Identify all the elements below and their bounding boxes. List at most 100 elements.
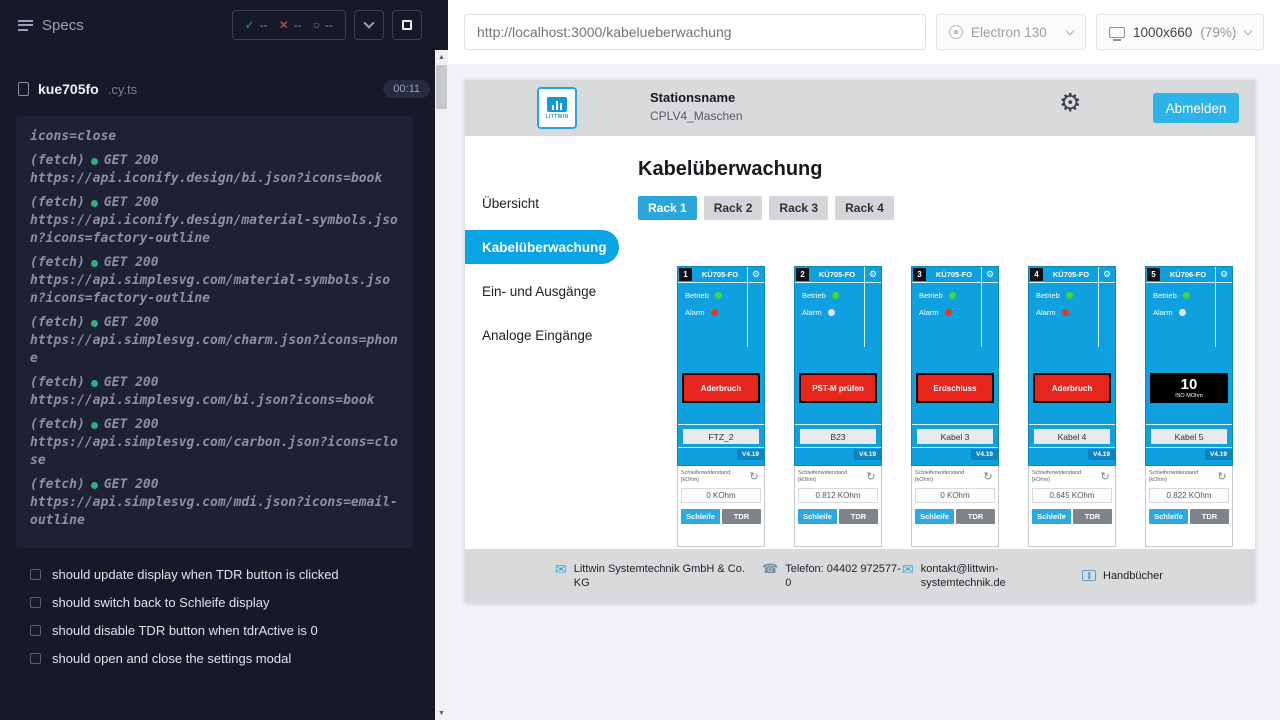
monitor-icon	[1109, 27, 1125, 38]
check-icon: ✓	[245, 18, 255, 32]
scroll-down-arrow[interactable]: ▼	[435, 706, 448, 720]
log-entry[interactable]: (fetch)GET 200 https://api.iconify.desig…	[30, 152, 400, 188]
chevron-down-icon	[1066, 26, 1074, 34]
spec-file-row[interactable]: kue705fo .cy.ts 00:11	[0, 74, 448, 104]
logout-button[interactable]: Abmelden	[1153, 93, 1239, 123]
circle-icon: ○	[313, 18, 320, 32]
cypress-runner-panel: Specs ✓-- ✕-- ○-- kue705fo .cy.ts 00:11 …	[0, 0, 448, 720]
alarm-message: Aderbruch	[1035, 375, 1109, 401]
refresh-icon[interactable]: ↻	[981, 470, 995, 484]
specs-toggle[interactable]: Specs	[18, 17, 84, 34]
log-entry[interactable]: (fetch)GET 200 https://api.simplesvg.com…	[30, 314, 400, 368]
tdr-button[interactable]: TDR	[722, 509, 761, 524]
device-settings-gear-icon[interactable]: ⚙	[1215, 267, 1232, 282]
schleife-button[interactable]: Schleife	[1149, 509, 1188, 524]
device-card: 1 KÜ705-FO ⚙ Betrieb Alarm	[677, 266, 765, 547]
device-card: 2 KÜ705-FO ⚙ Betrieb Alarm	[794, 266, 882, 547]
tab-rack-1[interactable]: Rack 1	[638, 196, 697, 220]
alarm-led	[711, 309, 718, 316]
alarm-led	[1062, 309, 1069, 316]
stage: Electron 130 1000x660 (79%) LITTWIN Stat…	[448, 0, 1280, 720]
footer-manuals-link[interactable]: Handbücher	[1082, 569, 1163, 583]
runner-scrollbar[interactable]: ▲ ▼	[435, 50, 448, 720]
nav-item-kabelueberwachung[interactable]: Kabelüberwachung	[465, 230, 619, 264]
schleife-button[interactable]: Schleife	[915, 509, 954, 524]
alarm-led	[945, 309, 952, 316]
viewport-selector[interactable]: 1000x660 (79%)	[1096, 14, 1264, 50]
slot-number: 3	[913, 268, 926, 281]
device-model: KÜ705-FO	[810, 267, 864, 282]
log-entry[interactable]: (fetch)GET 200 https://api.simplesvg.com…	[30, 374, 400, 410]
browser-selector[interactable]: Electron 130	[936, 14, 1086, 50]
device-card: 4 KÜ705-FO ⚙ Betrieb Alarm	[1028, 266, 1116, 547]
scroll-up-arrow[interactable]: ▲	[435, 50, 448, 64]
tdr-button[interactable]: TDR	[1073, 509, 1112, 524]
betrieb-led	[832, 292, 839, 299]
firmware-version: V4.19	[854, 449, 881, 460]
schleife-button[interactable]: Schleife	[681, 509, 720, 524]
settings-gear-icon[interactable]: ⚙	[1059, 91, 1081, 116]
tdr-button[interactable]: TDR	[956, 509, 995, 524]
log-entry[interactable]: (fetch)GET 200 https://api.simplesvg.com…	[30, 476, 400, 530]
test-row[interactable]: should open and close the settings modal	[16, 644, 432, 672]
cable-name-field[interactable]: Kabel 4	[1034, 429, 1110, 444]
test-state-icon	[30, 625, 41, 636]
url-input[interactable]	[477, 24, 913, 40]
response-ok-dot	[91, 260, 98, 267]
footer-phone: ☎ Telefon: 04402 972577-0	[762, 562, 903, 590]
device-settings-gear-icon[interactable]: ⚙	[747, 267, 764, 282]
nav-item-analoge-eingaenge[interactable]: Analoge Eingänge	[465, 318, 619, 352]
device-settings-gear-icon[interactable]: ⚙	[864, 267, 881, 282]
tdr-button[interactable]: TDR	[839, 509, 878, 524]
alarm-led	[1179, 309, 1186, 316]
log-entry[interactable]: icons=close	[30, 128, 400, 146]
refresh-icon[interactable]: ↻	[1215, 470, 1229, 484]
tab-rack-4[interactable]: Rack 4	[835, 196, 894, 220]
test-row[interactable]: should switch back to Schleife display	[16, 588, 432, 616]
test-row[interactable]: should disable TDR button when tdrActive…	[16, 616, 432, 644]
test-stats[interactable]: ✓-- ✕-- ○--	[232, 10, 346, 40]
stop-run-button[interactable]	[392, 10, 422, 40]
refresh-icon[interactable]: ↻	[864, 470, 878, 484]
betrieb-led	[949, 292, 956, 299]
slot-number: 4	[1030, 268, 1043, 281]
schleife-button[interactable]: Schleife	[798, 509, 837, 524]
response-ok-dot	[91, 422, 98, 429]
measurement-value: 0.645 KOhm	[1032, 488, 1112, 503]
log-entry[interactable]: (fetch)GET 200 https://api.simplesvg.com…	[30, 254, 400, 308]
spec-timer: 00:11	[383, 80, 430, 98]
refresh-icon[interactable]: ↻	[1098, 470, 1112, 484]
betrieb-led	[1066, 292, 1073, 299]
collapse-button[interactable]	[354, 10, 384, 40]
phone-icon: ☎	[762, 562, 778, 576]
status-display: PST-M prüfen	[799, 373, 877, 403]
schleife-button[interactable]: Schleife	[1032, 509, 1071, 524]
app-footer: ✉ Littwin Systemtechnik GmbH & Co. KG ☎ …	[465, 549, 1255, 602]
refresh-icon[interactable]: ↻	[747, 470, 761, 484]
electron-icon	[949, 25, 963, 39]
scrollbar-thumb[interactable]	[436, 65, 447, 109]
app-under-test: LITTWIN Stationsname CPLV4_Maschen ⚙ Abm…	[465, 80, 1255, 602]
nav-item-ein-und-ausgaenge[interactable]: Ein- und Ausgänge	[465, 274, 619, 308]
measurement-value: 0.822 KOhm	[1149, 488, 1229, 503]
cable-name-field[interactable]: Kabel 3	[917, 429, 993, 444]
device-settings-gear-icon[interactable]: ⚙	[981, 267, 998, 282]
device-model: KÜ705-FO	[1044, 267, 1098, 282]
log-entry[interactable]: (fetch)GET 200 https://api.simplesvg.com…	[30, 416, 400, 470]
tab-rack-3[interactable]: Rack 3	[769, 196, 828, 220]
book-icon	[1082, 570, 1096, 581]
cable-name-field[interactable]: Kabel 5	[1151, 429, 1227, 444]
status-display: Aderbruch	[682, 373, 760, 403]
nav-item-uebersicht[interactable]: Übersicht	[465, 186, 619, 220]
test-row[interactable]: should update display when TDR button is…	[16, 560, 432, 588]
log-entry[interactable]: (fetch)GET 200 https://api.iconify.desig…	[30, 194, 400, 248]
tdr-button[interactable]: TDR	[1190, 509, 1229, 524]
response-ok-dot	[91, 380, 98, 387]
cable-name-field[interactable]: B23	[800, 429, 876, 444]
device-settings-gear-icon[interactable]: ⚙	[1098, 267, 1115, 282]
cable-name-field[interactable]: FTZ_2	[683, 429, 759, 444]
footer-email[interactable]: ✉ kontakt@littwin-systemtechnik.de	[902, 562, 1033, 590]
stat-passed: ✓--	[245, 18, 268, 32]
spec-file-icon	[18, 82, 29, 96]
tab-rack-2[interactable]: Rack 2	[704, 196, 763, 220]
